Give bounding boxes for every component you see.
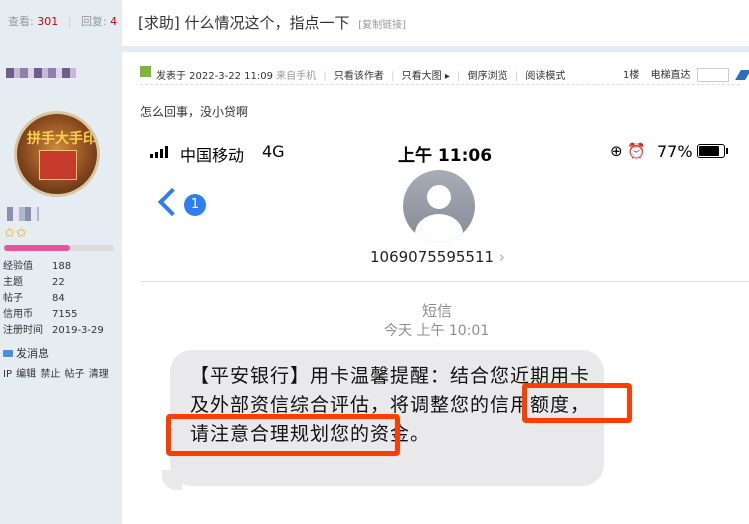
user-group-mosaic xyxy=(7,207,39,221)
user-stat-label: 主题 xyxy=(3,277,23,288)
user-online-icon xyxy=(140,66,151,77)
send-message-link[interactable]: 发消息 xyxy=(3,345,49,361)
user-stat-label: 经验值 xyxy=(3,261,33,272)
phone-time: 上午 11:06 xyxy=(398,146,493,166)
highlight-box xyxy=(166,414,400,456)
only-author-link[interactable]: 只看该作者 xyxy=(334,71,384,82)
carrier-name: 中国移动 xyxy=(180,146,245,165)
level-progress-bar xyxy=(4,245,114,251)
contact-number-text: 1069075595511 xyxy=(370,248,495,266)
meta-divider: | xyxy=(391,71,395,82)
publish-time: 发表于 2022-3-22 11:09 xyxy=(156,71,273,82)
thread-title-text: [求助] 什么情况这个，指点一下 xyxy=(138,14,350,32)
floor-number: 1楼 xyxy=(623,70,640,81)
post-image-screenshot[interactable]: 中国移动 4G 上午 11:06 ⊕ ⏰ 77% 1 1069075595511… xyxy=(140,136,749,524)
user-stat-value: 7155 xyxy=(52,309,78,320)
reading-mode-link[interactable]: 阅读模式 xyxy=(525,71,565,82)
post-content: 怎么回事，没小贷啊 xyxy=(140,105,249,119)
thread-header: [求助] 什么情况这个，指点一下 [复制链接] xyxy=(122,0,749,52)
user-stat-row: 帖子 84 xyxy=(3,291,104,307)
contact-number: 1069075595511 › xyxy=(370,248,505,266)
play-arrow-icon: ▸ xyxy=(444,71,450,82)
avatar[interactable]: 拼手大手印 xyxy=(14,111,100,197)
user-stat-label: 帖子 xyxy=(3,293,23,304)
envelope-icon xyxy=(3,349,13,357)
user-stat-value: 2019-3-29 xyxy=(52,325,104,336)
copy-link-button[interactable]: [复制链接] xyxy=(358,20,406,31)
rank-stars-icon: ✩✩ xyxy=(4,226,28,241)
only-images-link[interactable]: 只看大图 xyxy=(402,71,442,82)
stats-divider: | xyxy=(67,15,72,28)
replies-count: 4 xyxy=(110,15,118,28)
chevron-right-icon: › xyxy=(498,248,505,266)
go-floor-icon[interactable] xyxy=(735,70,749,80)
thread-title: [求助] 什么情况这个，指点一下 [复制链接] xyxy=(138,12,406,33)
post-meta: 发表于 2022-3-22 11:09 来自手机 | 只看该作者 | 只看大图 … xyxy=(156,67,565,82)
network-type: 4G xyxy=(262,142,285,161)
user-stat-value: 22 xyxy=(52,277,65,288)
contact-avatar-icon xyxy=(403,170,475,242)
views-label: 查看: xyxy=(8,15,34,28)
thread-stats: 查看: 301 | 回复: 4 xyxy=(8,13,117,29)
user-stat-row: 注册时间 2019-3-29 xyxy=(3,323,104,339)
send-message-label: 发消息 xyxy=(16,347,49,360)
user-stat-row: 经验值 188 xyxy=(3,259,104,275)
header-divider xyxy=(140,281,749,282)
user-stat-value: 188 xyxy=(52,261,72,272)
username-mosaic[interactable] xyxy=(6,68,76,78)
alarm-icon: ⊕ ⏰ xyxy=(610,142,647,160)
elevator-input[interactable] xyxy=(696,68,729,82)
reverse-order-link[interactable]: 倒序浏览 xyxy=(468,71,508,82)
user-stat-label: 注册时间 xyxy=(3,325,43,336)
views-count: 301 xyxy=(37,15,59,28)
floor-nav: 1楼 电梯直达 xyxy=(623,66,749,82)
avatar-text: 拼手大手印 xyxy=(27,131,97,147)
unread-badge: 1 xyxy=(184,194,206,216)
back-chevron-icon xyxy=(157,187,187,217)
post-meta-bar: 发表于 2022-3-22 11:09 来自手机 | 只看该作者 | 只看大图 … xyxy=(140,60,749,85)
battery-icon xyxy=(697,144,728,158)
level-progress-fill xyxy=(4,245,70,251)
meta-divider: | xyxy=(514,71,519,82)
author-sidebar: 查看: 301 | 回复: 4 拼手大手印 ✩✩ 经验值 188 主题 22 帖子 84 信… xyxy=(0,0,122,524)
post-source: 来自手机 xyxy=(276,71,317,82)
user-stat-row: 信用币 7155 xyxy=(3,307,104,323)
user-stat-row: 主题 22 xyxy=(3,275,104,291)
sms-label: 短信 xyxy=(422,302,453,320)
user-stats: 经验值 188 主题 22 帖子 84 信用币 7155 注册时间 2019-3-29 xyxy=(3,259,104,339)
user-stat-label: 信用币 xyxy=(3,309,33,320)
battery-percent: 77% xyxy=(657,142,693,161)
admin-links[interactable]: IP 编辑 禁止 帖子 清理 xyxy=(3,365,109,380)
avatar-card-graphic xyxy=(39,150,77,180)
meta-divider: | xyxy=(323,71,327,82)
signal-strength-icon xyxy=(150,146,168,158)
elevator-label: 电梯直达 xyxy=(650,70,691,81)
sms-timestamp: 今天 上午 10:01 xyxy=(384,323,490,339)
meta-divider: | xyxy=(457,71,461,82)
phone-status-bar: 中国移动 4G 上午 11:06 ⊕ ⏰ 77% xyxy=(140,136,749,166)
user-stat-value: 84 xyxy=(52,293,65,304)
replies-label: 回复: xyxy=(80,15,107,28)
highlight-box xyxy=(522,383,632,423)
